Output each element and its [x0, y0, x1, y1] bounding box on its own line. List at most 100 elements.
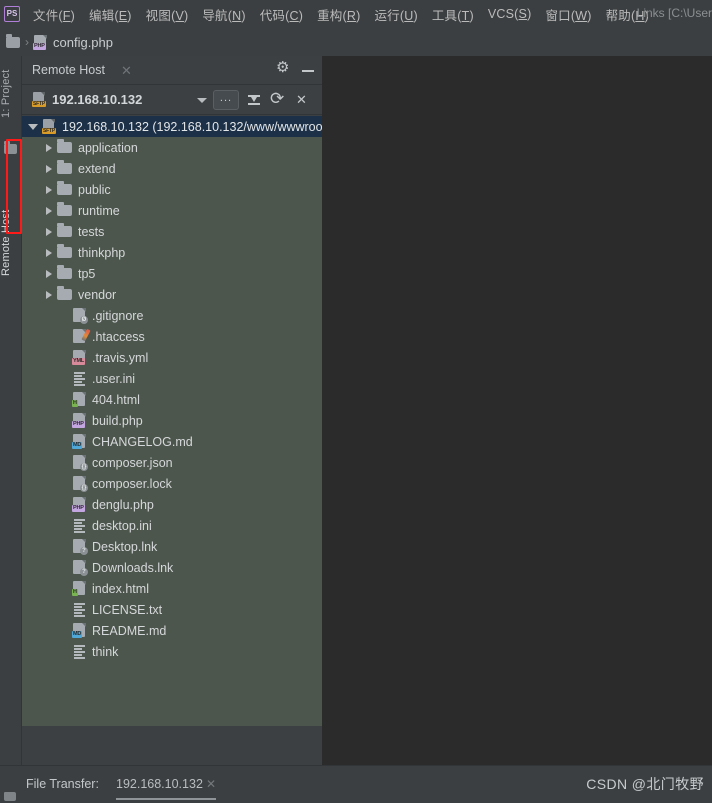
- remote-file-tree-scroll[interactable]: SFTP 192.168.10.132 (192.168.10.132/www/w…: [22, 116, 322, 736]
- tree-file-label: desktop.ini: [92, 518, 152, 533]
- tree-folder-row[interactable]: public: [22, 179, 322, 200]
- file-transfer-label: File Transfer:: [26, 777, 99, 791]
- unknown-file-icon: ?: [73, 560, 88, 576]
- sftp-server-icon: SFTP: [42, 119, 56, 134]
- chevron-down-icon[interactable]: [28, 123, 38, 130]
- tree-file-label: .htaccess: [92, 329, 145, 344]
- chevron-right-icon[interactable]: [46, 164, 52, 173]
- menu-bar: PS 文件(F) 编辑(E) 视图(V) 导航(N) 代码(C) 重构(R) 运行(U) 工具…: [0, 0, 712, 28]
- folder-icon: [57, 244, 72, 258]
- folder-icon: [57, 139, 72, 153]
- folder-icon: [57, 202, 72, 216]
- tree-file-row[interactable]: desktop.ini: [22, 515, 322, 536]
- tree-file-label: CHANGELOG.md: [92, 434, 193, 449]
- menu-item-8[interactable]: 工具(T): [425, 3, 481, 26]
- json-file-icon: {}: [73, 455, 88, 471]
- close-icon[interactable]: [293, 90, 311, 110]
- tree-folder-row[interactable]: tp5: [22, 263, 322, 284]
- menu-item-1[interactable]: 文件(F): [26, 3, 82, 26]
- menu-item-2[interactable]: 编辑(E): [82, 3, 139, 26]
- tree-file-row[interactable]: Ø .gitignore: [22, 305, 322, 326]
- tree-file-label: composer.lock: [92, 476, 172, 491]
- menu-item-4[interactable]: 导航(N): [195, 3, 252, 26]
- chevron-down-icon[interactable]: [197, 97, 207, 103]
- markdown-file-icon: MD: [72, 623, 86, 638]
- tree-file-row[interactable]: {} composer.json: [22, 452, 322, 473]
- chevron-right-icon[interactable]: [46, 227, 52, 236]
- breadcrumb[interactable]: › PHP config.php: [0, 28, 712, 56]
- chevron-right-icon[interactable]: [46, 248, 52, 257]
- chevron-right-icon[interactable]: [46, 206, 52, 215]
- chevron-right-icon[interactable]: [46, 269, 52, 278]
- tree-file-row[interactable]: YML .travis.yml: [22, 347, 322, 368]
- tree-folder-label: extend: [78, 161, 116, 176]
- tree-file-row[interactable]: .htaccess: [22, 326, 322, 347]
- tree-file-row[interactable]: .user.ini: [22, 368, 322, 389]
- chevron-right-icon[interactable]: [46, 290, 52, 299]
- tree-file-row[interactable]: {} composer.lock: [22, 473, 322, 494]
- editor-area[interactable]: [322, 56, 712, 765]
- sidebar-tab-remote-host[interactable]: Remote Host: [0, 198, 22, 288]
- remote-host-panel: Remote Host ✕ SFTP 192.168.10.132 ... SF…: [22, 56, 322, 803]
- tree-root-label: 192.168.10.132 (192.168.10.132/www/wwwro…: [62, 119, 322, 134]
- tree-file-row[interactable]: MD CHANGELOG.md: [22, 431, 322, 452]
- tree-file-row[interactable]: Hindex.html: [22, 578, 322, 599]
- file-transfer-tab-close-icon[interactable]: ✕: [206, 777, 216, 791]
- json-file-icon: {}: [73, 476, 88, 492]
- tree-file-label: README.md: [92, 623, 167, 638]
- minimize-icon[interactable]: [302, 69, 314, 72]
- folder-icon: [57, 286, 72, 300]
- tree-file-row[interactable]: ? Downloads.lnk: [22, 557, 322, 578]
- tree-file-row[interactable]: PHP build.php: [22, 410, 322, 431]
- menu-item-7[interactable]: 运行(U): [367, 3, 424, 26]
- tree-file-row[interactable]: LICENSE.txt: [22, 599, 322, 620]
- breadcrumb-separator: ›: [25, 35, 29, 49]
- menu-item-3[interactable]: 视图(V): [139, 3, 196, 26]
- sftp-server-icon: SFTP: [32, 92, 46, 107]
- html-file-icon: H: [72, 392, 86, 407]
- tool-window-strip-left: 1: Project Remote Host: [0, 56, 22, 793]
- folder-icon: [6, 33, 20, 48]
- panel-tab-close-icon[interactable]: ✕: [121, 64, 132, 77]
- tree-folder-row[interactable]: thinkphp: [22, 242, 322, 263]
- folder-icon: [57, 160, 72, 174]
- html-file-icon: H: [72, 581, 86, 596]
- tree-folder-row[interactable]: vendor: [22, 284, 322, 305]
- remote-file-tree[interactable]: SFTP 192.168.10.132 (192.168.10.132/www/w…: [22, 116, 322, 726]
- file-transfer-tab[interactable]: 192.168.10.132: [116, 777, 203, 791]
- server-select-label[interactable]: 192.168.10.132: [52, 92, 142, 107]
- chevron-right-icon[interactable]: [46, 143, 52, 152]
- tree-folder-label: application: [78, 140, 138, 155]
- tree-file-label: .gitignore: [92, 308, 144, 323]
- folder-icon: [4, 792, 16, 801]
- status-bar: File Transfer: 192.168.10.132 ✕ CSDN @北门…: [0, 765, 712, 803]
- tree-folder-row[interactable]: runtime: [22, 200, 322, 221]
- tree-file-row[interactable]: think: [22, 641, 322, 662]
- menu-item-5[interactable]: 代码(C): [253, 3, 310, 26]
- gitignore-file-icon: Ø: [73, 308, 88, 324]
- collapse-all-icon[interactable]: [245, 90, 263, 110]
- browse-button[interactable]: ...: [213, 90, 239, 110]
- menu-item-9[interactable]: VCS(S): [481, 5, 539, 23]
- tree-file-row[interactable]: MD README.md: [22, 620, 322, 641]
- tree-folder-row[interactable]: tests: [22, 221, 322, 242]
- tree-file-row[interactable]: ? Desktop.lnk: [22, 536, 322, 557]
- refresh-icon[interactable]: [269, 88, 287, 110]
- gear-icon[interactable]: [276, 60, 290, 78]
- menu-item-6[interactable]: 重构(R): [310, 3, 367, 26]
- tree-file-label: index.html: [92, 581, 149, 596]
- active-tab-underline: [116, 798, 216, 800]
- tree-file-label: Downloads.lnk: [92, 560, 174, 575]
- chevron-right-icon[interactable]: [46, 185, 52, 194]
- tree-file-row[interactable]: H 404.html: [22, 389, 322, 410]
- tree-root-node[interactable]: SFTP 192.168.10.132 (192.168.10.132/www/w…: [22, 116, 322, 137]
- ini-file-icon: [73, 518, 86, 533]
- tree-file-label: composer.json: [92, 455, 173, 470]
- tree-folder-row[interactable]: application: [22, 137, 322, 158]
- tree-file-row[interactable]: PHP denglu.php: [22, 494, 322, 515]
- menu-item-10[interactable]: 窗口(W): [538, 3, 598, 26]
- php-file-icon: PHP: [72, 413, 86, 428]
- sidebar-tab-project[interactable]: 1: Project: [0, 60, 22, 128]
- tree-folder-row[interactable]: extend: [22, 158, 322, 179]
- markdown-file-icon: MD: [72, 434, 86, 449]
